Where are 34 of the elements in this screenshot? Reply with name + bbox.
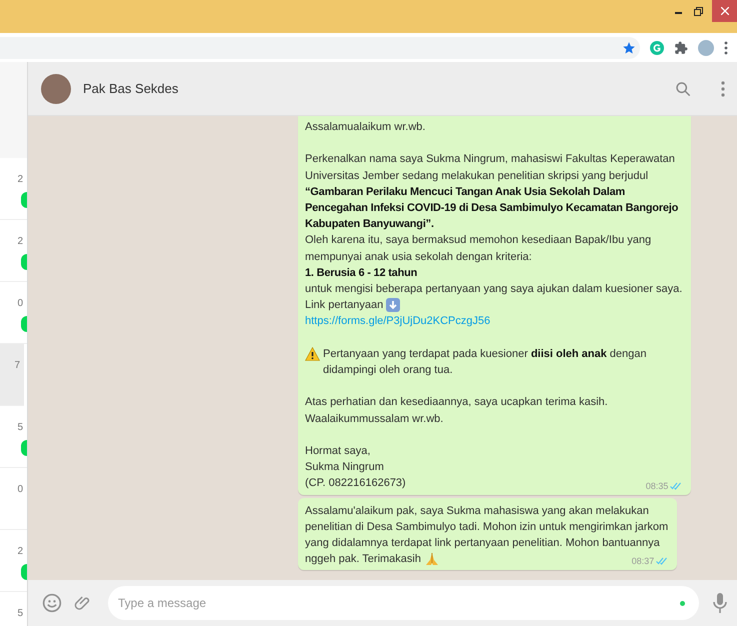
close-icon[interactable] [720, 7, 728, 15]
message-text: Assalamualaikum wr.wb. [305, 120, 426, 135]
profile-avatar[interactable] [698, 40, 714, 56]
menu-icon[interactable] [721, 80, 725, 96]
menu-icon[interactable] [724, 40, 728, 54]
message-link[interactable]: https://forms.gle/P3jUjDu2KCPczgJ56 [305, 313, 490, 330]
restore-icon[interactable] [694, 6, 702, 16]
puzzle-icon[interactable] [674, 40, 688, 54]
contact-avatar[interactable] [41, 74, 71, 104]
message-text: “Gambaran Perilaku Mencuci Tangan Anak Usia Sekolah Dalam Pencegahan Infeksi COVID-19 di Desa Sambimulyo Kecamatan Bangorejo Kabupaten Banyuwangi”. [305, 184, 678, 232]
message-text: 1. Berusia 6 - 12 tahun [305, 266, 418, 281]
search-icon[interactable] [675, 80, 691, 96]
praying-hands-icon [424, 552, 439, 567]
message-text: Atas perhatian dan kesediaannya, saya ucapkan terima kasih. Waalaikummussalam wr.wb. [305, 395, 608, 427]
message-text: Link pertanyaan [305, 298, 384, 314]
close-button[interactable] [712, 0, 737, 22]
microphone-icon[interactable] [713, 593, 727, 613]
extension-icon[interactable] [650, 40, 664, 54]
star-icon[interactable] [622, 40, 636, 54]
down-arrow-icon [386, 298, 400, 312]
message-input[interactable]: Type a message [108, 586, 699, 620]
message-text: Hormat saya, Sukma Ningrum (CP. 082216162673) [305, 444, 406, 492]
message-text: untuk mengisi beberapa pertanyaan yang saya ajukan dalam kuesioner saya. [305, 282, 682, 298]
emoji-icon[interactable] [42, 593, 62, 613]
message-text: Oleh karena itu, saya bermaksud memohon kesediaan Bapak/Ibu yang mempunyai anak usia sekolah dengan kriteria: [305, 233, 652, 265]
minimize-icon[interactable] [674, 12, 682, 14]
chat-list-item[interactable]: 7 [0, 344, 24, 406]
message-time: 08:37 [632, 555, 654, 568]
message-text: nggeh pak. Terimakasih [305, 552, 421, 568]
warning-icon [305, 346, 320, 361]
message-text: Pertanyaan yang terdapat pada kuesioner diisi oleh anak dengan didampingi oleh orang tua. [323, 346, 647, 378]
attach-icon[interactable] [74, 594, 92, 612]
message-text: Perkenalkan nama saya Sukma Ningrum, mahasiswi Fakultas Keperawatan Universitas Jember sedang melakukan penelitian skripsi yang berjudul [305, 152, 675, 184]
message-time: 08:35 [646, 480, 668, 492]
